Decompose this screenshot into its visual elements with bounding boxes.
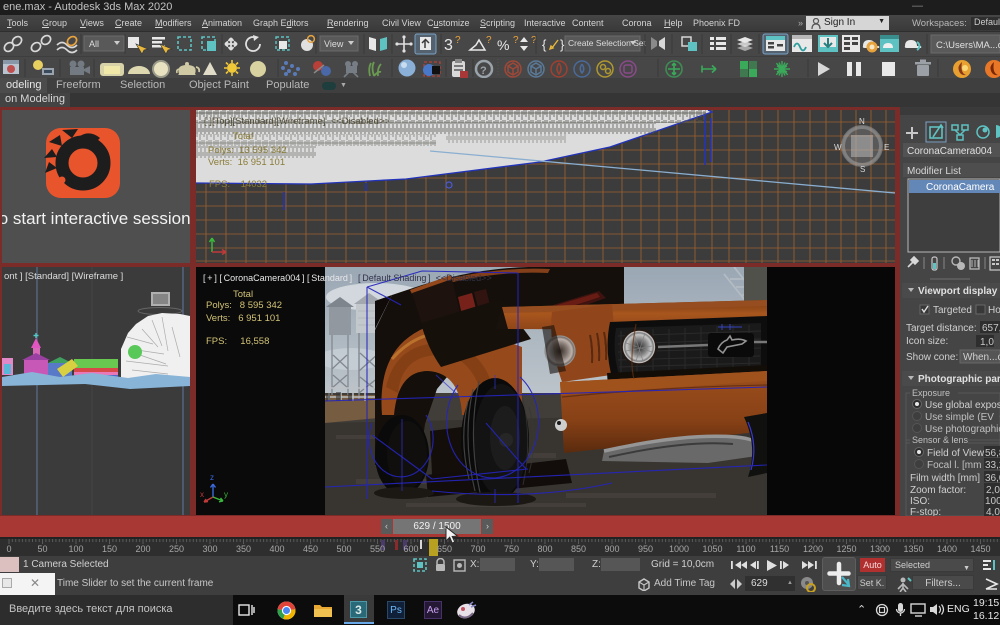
svg-text:1350: 1350 <box>903 544 923 554</box>
svg-text:CoronaCamera: CoronaCamera <box>926 182 995 193</box>
svg-text:%: % <box>497 37 509 53</box>
svg-text:?: ? <box>513 35 519 46</box>
svg-text:750: 750 <box>504 544 519 554</box>
svg-text:Total: Total <box>233 131 253 142</box>
svg-text:Film width [mm]: Film width [mm] <box>910 473 980 484</box>
svg-text:Field of View: Field of View <box>927 448 985 459</box>
svg-text:S: S <box>860 165 865 174</box>
svg-text:?: ? <box>486 35 492 46</box>
svg-text:ont ] [Standard] [Wireframe ]: ont ] [Standard] [Wireframe ] <box>4 271 123 282</box>
svg-text:Create Selection Set: Create Selection Set <box>568 38 647 48</box>
svg-text:ISO:: ISO: <box>910 496 930 507</box>
svg-text:3: 3 <box>444 37 453 54</box>
svg-text:}: } <box>560 37 565 52</box>
svg-text:600: 600 <box>403 544 418 554</box>
svg-text:900: 900 <box>604 544 619 554</box>
svg-text:x: x <box>200 490 204 499</box>
svg-text:When...ct: When...ct <box>963 352 1000 363</box>
svg-text:400: 400 <box>269 544 284 554</box>
svg-text:56,8: 56,8 <box>985 448 1000 459</box>
svg-text:Verts: 6 951 101: Verts: 6 951 101 <box>206 313 280 324</box>
svg-text:?: ? <box>455 35 461 46</box>
svg-text:{: { <box>542 37 547 52</box>
svg-text:y: y <box>224 490 228 499</box>
svg-text:Sensor & lens: Sensor & lens <box>912 435 969 445</box>
svg-text:W: W <box>834 143 842 152</box>
svg-text:950: 950 <box>638 544 653 554</box>
svg-text:to start interactive session: to start interactive session <box>2 209 190 228</box>
svg-text:100: 100 <box>68 544 83 554</box>
svg-text:Target distance:: Target distance: <box>906 323 977 334</box>
svg-text:Exposure: Exposure <box>912 388 950 398</box>
svg-text:Focal l. [mm: Focal l. [mm <box>927 460 981 471</box>
svg-text:FPS: 14032: FPS: 14032 <box>209 179 267 190</box>
svg-text:Targeted: Targeted <box>933 305 972 316</box>
svg-text:?: ? <box>480 65 487 77</box>
svg-text:0: 0 <box>6 544 11 554</box>
svg-text:CoronaCamera004: CoronaCamera004 <box>907 146 992 157</box>
svg-text:300: 300 <box>202 544 217 554</box>
svg-text:Modifier List: Modifier List <box>907 166 961 177</box>
svg-text:Photographic paramete: Photographic paramete <box>918 374 1000 385</box>
svg-text:1050: 1050 <box>702 544 722 554</box>
svg-text:550: 550 <box>370 544 385 554</box>
svg-text:350: 350 <box>236 544 251 554</box>
svg-text:1300: 1300 <box>870 544 890 554</box>
svg-text:E: E <box>884 143 889 152</box>
svg-text:450: 450 <box>303 544 318 554</box>
svg-text:Use simple (EV 0,0: Use simple (EV 0,0 <box>925 412 1000 423</box>
svg-text:FPS: 16,558: FPS: 16,558 <box>206 336 269 347</box>
svg-text:1000: 1000 <box>669 544 689 554</box>
svg-text:1100: 1100 <box>736 544 755 554</box>
svg-text:Horiz: Horiz <box>988 305 1000 316</box>
svg-text:1400: 1400 <box>937 544 957 554</box>
svg-text:250: 250 <box>169 544 184 554</box>
svg-text:1,0: 1,0 <box>980 337 994 348</box>
svg-text:Zoom factor:: Zoom factor: <box>910 485 966 496</box>
svg-text:Polys: 13 595 342: Polys: 13 595 342 <box>208 145 287 156</box>
svg-text:[ Default Shading ] <<Disable: [ Default Shading ] <<Disabled>> <box>358 273 492 283</box>
svg-text:1450: 1450 <box>970 544 990 554</box>
svg-text:657,9: 657,9 <box>982 323 1000 334</box>
svg-text:1250: 1250 <box>836 544 856 554</box>
svg-text:F-stop:: F-stop: <box>910 507 941 516</box>
svg-text:Viewport display: Viewport display <box>918 286 998 297</box>
svg-text:[ ][Top][Standard][Wireframe]: [ ][Top][Standard][Wireframe] <<Disabled… <box>204 116 390 127</box>
svg-text:1150: 1150 <box>770 544 789 554</box>
svg-text:Total: Total <box>233 289 253 300</box>
svg-text:33,2: 33,2 <box>985 460 1000 471</box>
svg-text:Verts: 16 951 101: Verts: 16 951 101 <box>208 157 285 168</box>
svg-text:36,0: 36,0 <box>985 473 1000 484</box>
svg-text:[ + ] [ CoronaCamera004 ] [ St: [ + ] [ CoronaCamera004 ] [ Standard ] <box>203 273 352 283</box>
svg-text:Show cone:: Show cone: <box>906 352 958 363</box>
svg-text:800: 800 <box>537 544 552 554</box>
svg-text:500: 500 <box>336 544 351 554</box>
svg-text:View: View <box>324 39 344 49</box>
svg-text:1200: 1200 <box>803 544 823 554</box>
svg-text:700: 700 <box>470 544 485 554</box>
svg-text:N: N <box>859 117 865 126</box>
svg-text:150: 150 <box>102 544 117 554</box>
svg-text:Use photographic (: Use photographic ( <box>925 424 1000 435</box>
svg-text:200: 200 <box>135 544 150 554</box>
svg-text:C:\Users\MA...ds M: C:\Users\MA...ds M <box>936 40 1000 51</box>
svg-text:4,0: 4,0 <box>986 507 1000 516</box>
svg-text:Icon size:: Icon size: <box>906 336 948 347</box>
svg-text:z: z <box>210 473 214 482</box>
svg-text:All: All <box>89 39 99 49</box>
svg-text:850: 850 <box>571 544 586 554</box>
svg-text:50: 50 <box>37 544 47 554</box>
svg-text:Use global exposur: Use global exposur <box>925 400 1000 411</box>
svg-text:Polys: 8 595 342: Polys: 8 595 342 <box>206 300 282 311</box>
